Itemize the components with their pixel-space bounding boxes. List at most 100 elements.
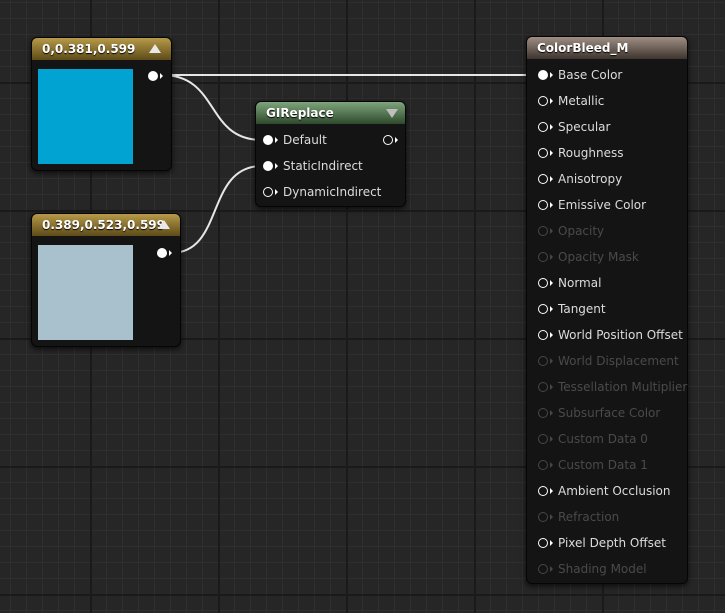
- expand-arrow-icon[interactable]: [386, 109, 398, 118]
- input-pin-icon: [538, 512, 548, 522]
- material-node-header[interactable]: ColorBleed_M: [527, 37, 687, 59]
- material-input-row[interactable]: Refraction: [527, 507, 685, 527]
- input-label: Refraction: [558, 510, 620, 524]
- pin-arrow-icon: [550, 358, 553, 364]
- wire-constant1-to-default[interactable]: [161, 74, 263, 141]
- material-input-row[interactable]: Subsurface Color: [527, 403, 685, 423]
- input-pin-icon: [538, 200, 548, 210]
- pin-arrow-icon: [550, 384, 553, 390]
- constant-node-1[interactable]: 0,0.381,0.599: [31, 37, 172, 171]
- output-pin-icon: [383, 135, 393, 145]
- pin-arrow-icon: [550, 462, 553, 468]
- input-label: Ambient Occlusion: [558, 484, 671, 498]
- input-label: Base Color: [558, 68, 623, 82]
- material-input-row[interactable]: Specular: [527, 117, 685, 137]
- constant-node-2-header[interactable]: 0.389,0.523,0.599: [32, 214, 180, 236]
- gireplace-node[interactable]: GIReplace Default StaticIndirect Dynamic…: [255, 101, 406, 207]
- input-pin-icon: [538, 122, 548, 132]
- output-pin[interactable]: [148, 71, 164, 83]
- input-label: Opacity Mask: [558, 250, 639, 264]
- color-swatch: [38, 245, 133, 340]
- material-input-row[interactable]: World Displacement: [527, 351, 685, 371]
- material-node-title: ColorBleed_M: [537, 41, 629, 55]
- material-input-row[interactable]: Base Color: [527, 65, 685, 85]
- pin-arrow-icon: [160, 73, 163, 79]
- gireplace-input-dynamicindirect[interactable]: DynamicIndirect: [256, 182, 396, 202]
- pin-arrow-icon: [275, 137, 278, 143]
- pin-arrow-icon: [550, 176, 553, 182]
- input-label: Emissive Color: [558, 198, 647, 212]
- collapse-arrow-icon[interactable]: [149, 44, 161, 53]
- input-pin-icon: [538, 538, 548, 548]
- pin-arrow-icon: [550, 488, 553, 494]
- pin-arrow-icon: [550, 514, 553, 520]
- input-pin-icon: [538, 564, 548, 574]
- input-pin-icon: [538, 252, 548, 262]
- pin-arrow-icon: [550, 280, 553, 286]
- wire-constant2-to-staticindirect[interactable]: [170, 165, 263, 254]
- pin-arrow-icon: [550, 98, 553, 104]
- input-pin-icon: [538, 460, 548, 470]
- material-input-row[interactable]: Opacity Mask: [527, 247, 685, 267]
- gireplace-output-pin[interactable]: [383, 135, 399, 147]
- material-input-row[interactable]: Custom Data 0: [527, 429, 685, 449]
- collapse-arrow-icon[interactable]: [158, 220, 170, 229]
- material-input-row[interactable]: Normal: [527, 273, 685, 293]
- input-label: Pixel Depth Offset: [558, 536, 666, 550]
- pin-arrow-icon: [550, 228, 553, 234]
- pin-arrow-icon: [169, 250, 172, 256]
- pin-arrow-icon: [550, 306, 553, 312]
- material-input-row[interactable]: Tangent: [527, 299, 685, 319]
- constant-node-1-title: 0,0.381,0.599: [42, 42, 136, 56]
- pin-arrow-icon: [550, 566, 553, 572]
- input-pin-icon: [538, 278, 548, 288]
- input-label: Opacity: [558, 224, 605, 238]
- material-input-row[interactable]: Pixel Depth Offset: [527, 533, 685, 553]
- material-input-row[interactable]: Roughness: [527, 143, 685, 163]
- input-label: Specular: [558, 120, 611, 134]
- material-input-row[interactable]: Emissive Color: [527, 195, 685, 215]
- pin-arrow-icon: [275, 163, 278, 169]
- input-pin-icon: [538, 96, 548, 106]
- input-label: Custom Data 1: [558, 458, 648, 472]
- input-label: Default: [283, 133, 327, 147]
- output-pin[interactable]: [157, 248, 173, 260]
- input-label: Anisotropy: [558, 172, 623, 186]
- material-input-row[interactable]: Opacity: [527, 221, 685, 241]
- input-label: World Position Offset: [558, 328, 683, 342]
- input-label: Tessellation Multiplier: [558, 380, 688, 394]
- pin-arrow-icon: [550, 254, 553, 260]
- constant-node-1-header[interactable]: 0,0.381,0.599: [32, 38, 171, 60]
- pin-arrow-icon: [550, 72, 553, 78]
- material-input-row[interactable]: Anisotropy: [527, 169, 685, 189]
- input-pin-icon: [538, 70, 548, 80]
- material-input-row[interactable]: Ambient Occlusion: [527, 481, 685, 501]
- pin-arrow-icon: [550, 540, 553, 546]
- input-label: DynamicIndirect: [283, 185, 382, 199]
- input-label: Shading Model: [558, 562, 647, 576]
- input-label: World Displacement: [558, 354, 679, 368]
- pin-arrow-icon: [550, 150, 553, 156]
- pin-arrow-icon: [550, 124, 553, 130]
- gireplace-input-staticindirect[interactable]: StaticIndirect: [256, 156, 396, 176]
- input-pin-icon: [538, 486, 548, 496]
- gireplace-node-header[interactable]: GIReplace: [256, 102, 405, 124]
- constant-node-2[interactable]: 0.389,0.523,0.599: [31, 213, 181, 347]
- input-label: Subsurface Color: [558, 406, 661, 420]
- input-label: StaticIndirect: [283, 159, 363, 173]
- input-pin-icon: [538, 226, 548, 236]
- input-pin-icon: [538, 174, 548, 184]
- constant-node-2-title: 0.389,0.523,0.599: [42, 218, 165, 232]
- material-input-row[interactable]: Metallic: [527, 91, 685, 111]
- pin-arrow-icon: [550, 436, 553, 442]
- material-input-row[interactable]: Custom Data 1: [527, 455, 685, 475]
- output-pin-icon: [148, 71, 158, 81]
- material-input-row[interactable]: Shading Model: [527, 559, 685, 579]
- material-result-node[interactable]: ColorBleed_M Base Color Metallic Specular R…: [526, 36, 688, 584]
- input-pin-icon: [538, 304, 548, 314]
- material-input-row[interactable]: Tessellation Multiplier: [527, 377, 688, 397]
- input-label: Tangent: [558, 302, 606, 316]
- gireplace-input-default[interactable]: Default: [256, 130, 356, 150]
- gireplace-node-title: GIReplace: [266, 106, 334, 120]
- material-input-row[interactable]: World Position Offset: [527, 325, 685, 345]
